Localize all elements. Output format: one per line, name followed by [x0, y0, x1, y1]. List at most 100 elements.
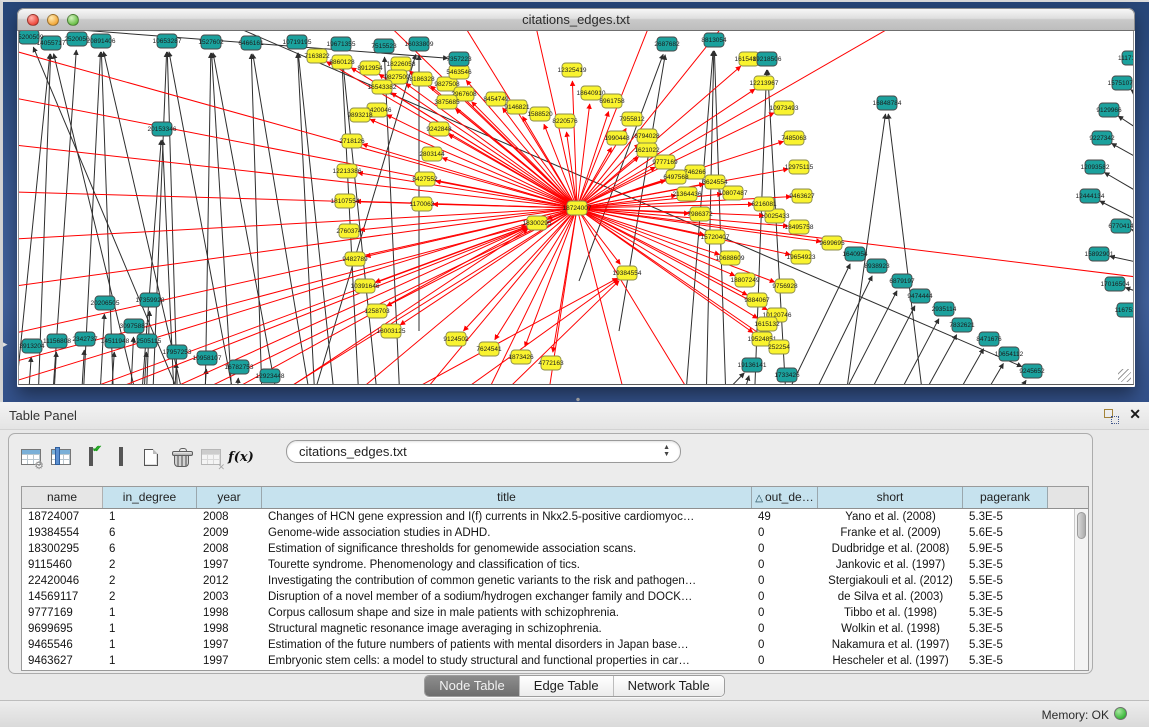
column-header-short[interactable]: short [818, 487, 963, 508]
network-node[interactable]: 1527602 [198, 35, 224, 49]
network-node[interactable]: 10719195 [283, 35, 312, 49]
network-node[interactable]: 3875685 [434, 95, 460, 109]
network-node[interactable]: 7515523 [371, 39, 397, 53]
close-button[interactable] [27, 14, 39, 26]
network-node[interactable]: 12975115 [785, 160, 814, 174]
network-window-titlebar[interactable]: citations_edges.txt [17, 8, 1135, 31]
function-builder-icon[interactable]: f(x) [227, 444, 255, 470]
table-settings-icon[interactable]: ⚙ [17, 444, 45, 470]
network-node[interactable]: 12213967 [750, 76, 779, 90]
network-node[interactable]: 8427552 [412, 172, 438, 186]
network-node[interactable]: 19671355 [327, 37, 356, 51]
panel-collapse-arrow[interactable]: ▸ [3, 340, 8, 349]
table-row[interactable]: 946554611997Estimation of the future num… [22, 637, 1088, 653]
network-node[interactable]: 12325419 [558, 63, 587, 77]
table-selector-dropdown[interactable]: citations_edges.txt ▲▼ [286, 440, 681, 463]
network-node[interactable]: 9124502 [443, 332, 469, 346]
network-node[interactable]: 2687682 [654, 37, 680, 51]
network-node[interactable]: 7832621 [949, 318, 975, 332]
network-node[interactable]: 6216081 [751, 197, 777, 211]
network-node[interactable]: 1621022 [634, 143, 660, 157]
network-node[interactable]: 15751074 [1108, 76, 1134, 90]
network-node[interactable]: 16782753 [225, 360, 254, 374]
network-node[interactable]: 8860128 [329, 55, 355, 69]
column-header-in_degree[interactable]: in_degree [103, 487, 197, 508]
table-row[interactable]: 1872400712008Changes of HCN gene express… [22, 509, 1088, 525]
network-node[interactable]: 12923448 [256, 369, 285, 383]
network-node[interactable]: 9146821 [504, 100, 530, 114]
network-node[interactable]: 20891406 [87, 34, 116, 48]
network-node[interactable]: 8912954 [357, 61, 383, 75]
network-node[interactable]: 6466161 [238, 36, 264, 50]
memory-status-icon[interactable] [1114, 707, 1127, 720]
network-node[interactable]: 5463546 [446, 65, 472, 79]
column-header-pagerank[interactable]: pagerank [963, 487, 1048, 508]
network-node[interactable]: 9884067 [744, 293, 770, 307]
float-panel-icon[interactable] [1104, 409, 1119, 424]
network-node[interactable]: 7485063 [781, 131, 807, 145]
network-node[interactable]: 1990448 [604, 131, 630, 145]
network-node[interactable]: 8186328 [409, 72, 435, 86]
resize-grip-icon[interactable] [1118, 369, 1131, 382]
network-node[interactable]: 1733426 [774, 368, 800, 382]
network-node[interactable]: 17359928 [136, 293, 165, 307]
table-row[interactable]: 1830029562008Estimation of significance … [22, 541, 1088, 557]
table-column-icon[interactable] [47, 444, 75, 470]
network-node[interactable]: 10688609 [716, 251, 745, 265]
network-node[interactable]: 19136141 [738, 358, 767, 372]
network-node[interactable]: 1588520 [527, 107, 553, 121]
network-node[interactable]: 8813054 [701, 33, 727, 47]
minimize-button[interactable] [47, 14, 59, 26]
network-node[interactable]: 2520050 [64, 32, 90, 46]
network-node[interactable]: 9242848 [426, 122, 452, 136]
network-node[interactable]: 11171304 [1118, 51, 1134, 65]
table-row[interactable]: 1938455462009Genome-wide association stu… [22, 525, 1088, 541]
network-node[interactable]: 17016504 [1101, 277, 1130, 291]
table-row[interactable]: 911546021997Tourette syndrome. Phenomeno… [22, 557, 1088, 573]
network-graph[interactable]: 1872400718300295193845547163822886012889… [19, 31, 1134, 385]
network-node[interactable]: 9463627 [789, 189, 815, 203]
network-node[interactable]: 18003125 [377, 324, 406, 338]
network-node[interactable]: 21364436 [673, 187, 702, 201]
network-node[interactable]: 14511948 [101, 334, 130, 348]
network-node[interactable]: 2342737 [72, 332, 98, 346]
network-node[interactable]: 18107554 [331, 194, 360, 208]
table-row[interactable]: 2242004622012Investigating the contribut… [22, 573, 1088, 589]
network-node[interactable]: 6794028 [634, 129, 660, 143]
table-row[interactable]: 977716911998Corpus callosum shape and si… [22, 605, 1088, 621]
network-node[interactable]: 9699695 [819, 236, 845, 250]
network-node[interactable]: 10654112 [995, 347, 1024, 361]
network-node[interactable]: 9777169 [652, 155, 678, 169]
network-node[interactable]: 1170062 [410, 197, 435, 211]
network-node[interactable]: 16033809 [405, 37, 434, 51]
network-node[interactable]: 3913204 [19, 339, 45, 353]
column-header-out_degree[interactable]: △out_de… [752, 487, 818, 508]
network-node[interactable]: 12505115 [133, 334, 162, 348]
network-node[interactable]: 2803144 [419, 147, 445, 161]
table-row[interactable]: 946362711997Embryonic stem cells: a mode… [22, 653, 1088, 669]
network-node[interactable]: 6497568 [663, 170, 689, 184]
network-node[interactable]: 16848784 [873, 96, 902, 110]
table-row[interactable]: 1456911722003Disruption of a novel membe… [22, 589, 1088, 605]
network-node[interactable]: 252254 [768, 340, 790, 354]
network-node[interactable]: 10391646 [351, 279, 380, 293]
network-node[interactable]: 8471676 [976, 332, 1002, 346]
column-header-year[interactable]: year [197, 487, 262, 508]
new-document-icon[interactable] [137, 444, 165, 470]
network-node[interactable]: 9245652 [1019, 364, 1045, 378]
vertical-scrollbar[interactable] [1074, 509, 1088, 670]
network-node[interactable]: 12093582 [1081, 160, 1110, 174]
network-node[interactable]: 1615132 [754, 317, 780, 331]
network-node[interactable]: 12213386 [333, 164, 362, 178]
network-node[interactable]: 10973493 [770, 101, 799, 115]
select-all-icon[interactable] [77, 444, 105, 470]
network-node[interactable]: 15720407 [701, 230, 730, 244]
network-node[interactable]: 10653287 [153, 34, 182, 48]
network-node[interactable]: 18495758 [785, 220, 814, 234]
tab-edge-table[interactable]: Edge Table [520, 676, 614, 696]
network-node[interactable]: 8938923 [864, 259, 890, 273]
network-node[interactable]: 6770414 [1108, 219, 1134, 233]
network-node[interactable]: 20153346 [148, 122, 177, 136]
network-node[interactable]: 1640954 [842, 247, 868, 261]
network-node[interactable]: 9227342 [1089, 131, 1115, 145]
